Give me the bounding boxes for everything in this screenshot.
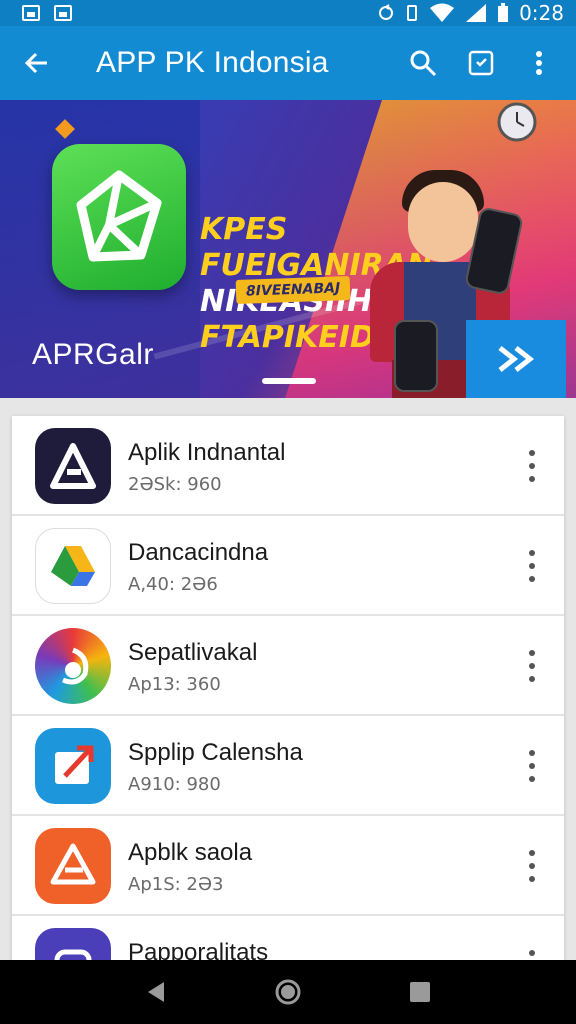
gallery-icon xyxy=(22,5,40,21)
app-name: Aplik Indnantal xyxy=(128,439,286,466)
app-name: Sepatlivakal xyxy=(128,639,258,666)
item-more-button[interactable] xyxy=(522,850,542,882)
carousel-indicator xyxy=(262,378,316,384)
triangle-a-icon xyxy=(50,443,96,489)
app-icon xyxy=(35,528,111,604)
list-item[interactable]: Sepatlivakal Ap13: 360 xyxy=(12,616,564,716)
nav-back-icon xyxy=(148,982,164,1002)
app-meta: 2ƏSk: 960 xyxy=(128,474,222,495)
fast-forward-icon xyxy=(498,346,535,372)
list-item[interactable]: Apblk saola Ap1S: 2Ə3 xyxy=(12,816,564,916)
app-name: Dancacindna xyxy=(128,539,269,566)
app-icon xyxy=(35,728,111,804)
app-logo xyxy=(52,144,186,290)
status-time: 0:28 xyxy=(519,1,564,25)
banner-next-button[interactable] xyxy=(466,320,566,398)
banner-brand: APRGalr xyxy=(32,338,154,371)
nav-recents-icon xyxy=(410,982,430,1002)
item-more-button[interactable] xyxy=(522,450,542,482)
swirl-icon xyxy=(62,647,89,685)
nav-home-button[interactable] xyxy=(268,972,308,1012)
nav-back-button[interactable] xyxy=(136,972,176,1012)
nav-recents-button[interactable] xyxy=(400,972,440,1012)
nav-home-icon xyxy=(275,979,301,1005)
signal-icon xyxy=(466,4,487,22)
app-icon xyxy=(35,828,111,904)
banner-badge: 8IVEENABAJ xyxy=(235,276,351,304)
app-logo-icon xyxy=(76,170,162,262)
search-icon xyxy=(410,50,437,77)
item-more-button[interactable] xyxy=(522,750,542,782)
photo-icon xyxy=(54,5,72,21)
app-list: Aplik Indnantal 2ƏSk: 960 Dancacindna A,… xyxy=(12,416,564,976)
back-button[interactable] xyxy=(0,49,74,77)
app-name: Apblk saola xyxy=(128,839,253,866)
item-more-button[interactable] xyxy=(522,650,542,682)
more-vert-icon xyxy=(536,51,542,75)
vibrate-icon xyxy=(407,5,418,21)
system-nav-bar xyxy=(0,960,576,1024)
battery-icon xyxy=(498,3,509,22)
list-item[interactable]: Spplip Calensha A910: 980 xyxy=(12,716,564,816)
app-meta: Ap1S: 2Ə3 xyxy=(128,874,224,895)
bookmark-button[interactable] xyxy=(466,48,496,78)
app-bar: APP PK Indonsia xyxy=(0,26,576,100)
app-meta: A910: 980 xyxy=(128,774,221,795)
bookmark-icon xyxy=(468,50,494,76)
page-title: APP PK Indonsia xyxy=(96,46,329,79)
drive-triangle-icon xyxy=(51,546,95,586)
search-button[interactable] xyxy=(408,48,438,78)
wifi-icon xyxy=(430,3,455,22)
app-icon xyxy=(35,628,111,704)
app-icon xyxy=(35,428,111,504)
more-button[interactable] xyxy=(524,48,554,78)
app-meta: Ap13: 360 xyxy=(128,674,221,695)
app-name: Spplip Calensha xyxy=(128,739,303,766)
item-more-button[interactable] xyxy=(522,550,542,582)
list-item[interactable]: Dancacindna A,40: 2Ə6 xyxy=(12,516,564,616)
app-meta: A,40: 2Ə6 xyxy=(128,574,218,595)
promo-banner[interactable]: KPES FUEIGANIRAN NIKEASIIHBAN FTAPIKEIDY… xyxy=(0,100,576,398)
clock-icon xyxy=(497,102,537,142)
arrow-back-icon xyxy=(24,52,47,74)
status-bar: 0:28 xyxy=(0,0,576,26)
triangle-outline-icon xyxy=(50,843,96,885)
sync-icon xyxy=(379,4,394,20)
send-arrow-icon xyxy=(55,745,94,784)
list-item[interactable]: Aplik Indnantal 2ƏSk: 960 xyxy=(12,416,564,516)
diamond-decor-icon xyxy=(55,119,75,139)
